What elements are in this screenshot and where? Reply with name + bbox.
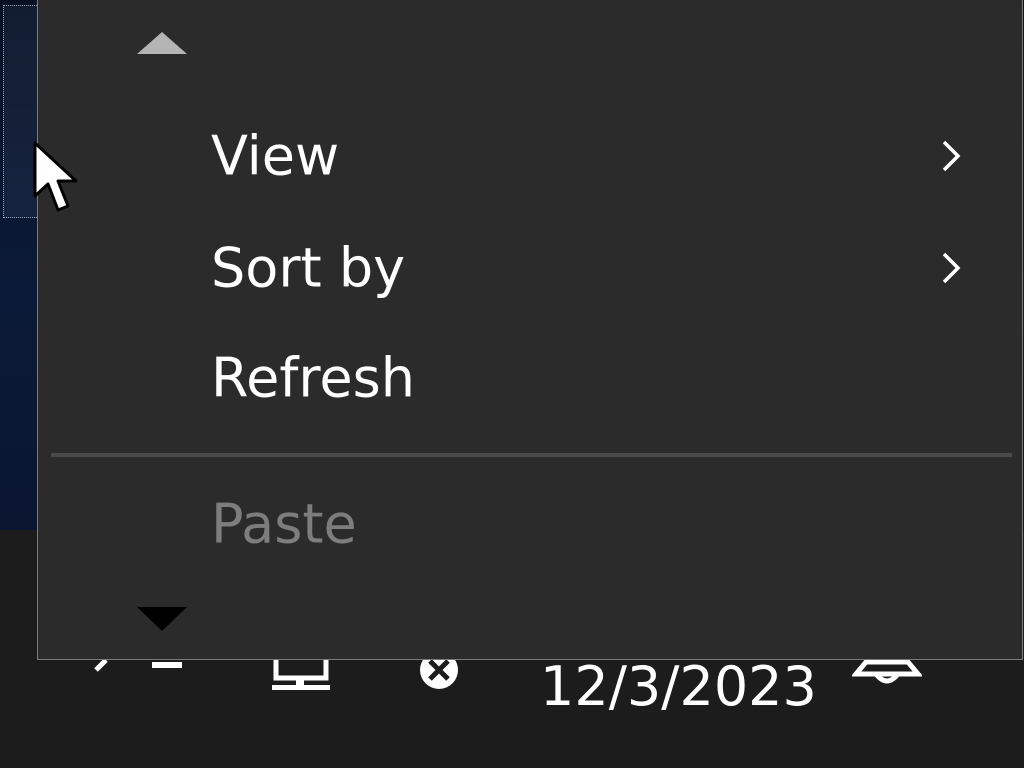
- menu-item-refresh[interactable]: Refresh: [38, 328, 1022, 428]
- menu-separator: [51, 453, 1012, 457]
- chevron-right-icon: [942, 252, 961, 284]
- chevron-right-icon: [942, 140, 961, 172]
- triangle-down-icon[interactable]: [135, 605, 189, 633]
- desktop-context-menu: View Sort by Refresh Paste: [37, 0, 1023, 660]
- menu-item-label: Paste: [211, 492, 357, 556]
- menu-item-label: Refresh: [211, 346, 415, 410]
- menu-item-paste: Paste: [38, 474, 1022, 574]
- menu-item-label: Sort by: [211, 236, 406, 300]
- menu-item-sort-by[interactable]: Sort by: [38, 218, 1022, 318]
- triangle-up-icon[interactable]: [135, 30, 189, 56]
- taskbar-clock-date[interactable]: 12/3/2023: [540, 655, 817, 718]
- menu-item-view[interactable]: View: [38, 106, 1022, 206]
- mouse-pointer-icon: [33, 141, 78, 212]
- menu-item-label: View: [211, 124, 340, 188]
